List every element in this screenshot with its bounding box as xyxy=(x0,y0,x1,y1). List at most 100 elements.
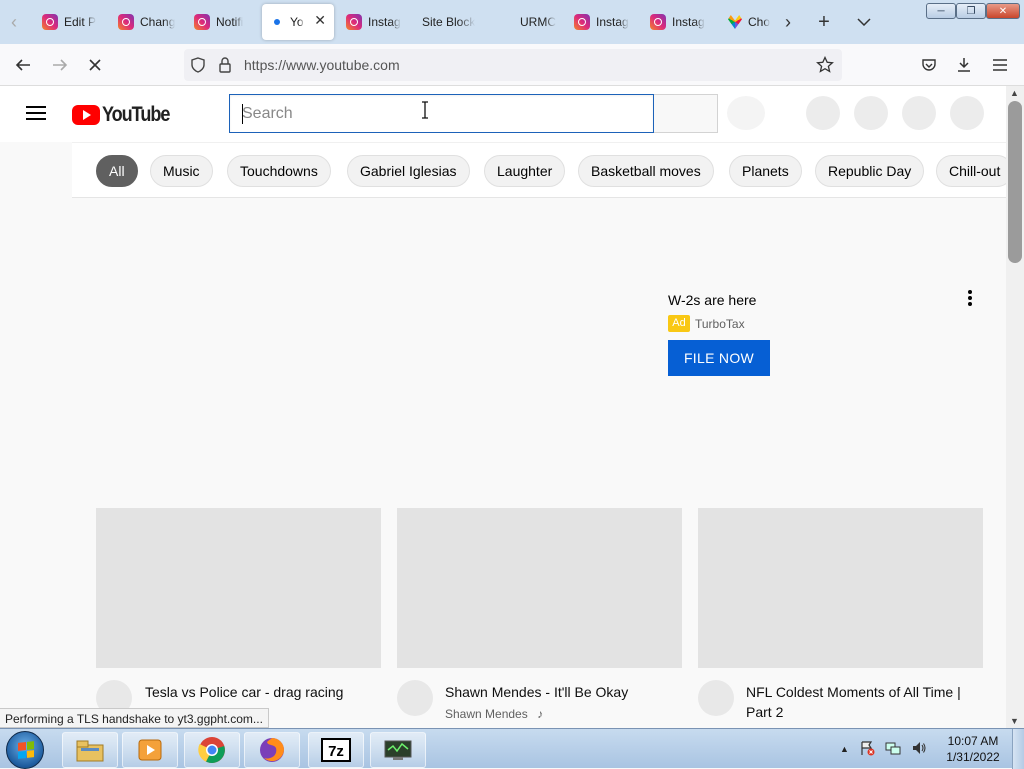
browser-tab-strip: ‹ Edit P Chang Notifi Yo ✕ Instag Site B… xyxy=(0,0,1024,44)
youtube-play-icon xyxy=(72,105,100,125)
tab-label: Instag xyxy=(368,15,401,29)
instagram-icon xyxy=(650,14,666,30)
show-hidden-icons-icon[interactable]: ▲ xyxy=(840,744,849,754)
tab-label: Instag xyxy=(596,15,629,29)
video-thumbnail[interactable] xyxy=(698,508,983,668)
search-button[interactable] xyxy=(654,94,718,133)
tab-nbc[interactable]: Cho xyxy=(720,6,778,38)
tracking-protection-shield-icon[interactable] xyxy=(190,57,206,78)
bookmark-star-icon[interactable] xyxy=(816,55,834,79)
7zip-icon[interactable]: 7z xyxy=(308,732,364,768)
chip-touchdowns[interactable]: Touchdowns xyxy=(227,155,331,187)
chip-gabriel-iglesias[interactable]: Gabriel Iglesias xyxy=(347,155,470,187)
youtube-logo[interactable]: YouTube xyxy=(72,103,180,127)
windows-logo-icon xyxy=(18,741,34,759)
new-tab-icon[interactable]: + xyxy=(810,8,838,36)
scrollbar-thumb[interactable] xyxy=(1008,101,1022,263)
ad-title[interactable]: W-2s are here xyxy=(668,292,756,308)
network-icon[interactable] xyxy=(885,740,901,759)
scroll-down-arrow-icon[interactable]: ▼ xyxy=(1010,716,1019,726)
voice-search-placeholder xyxy=(727,96,765,130)
tab-change[interactable]: Chang xyxy=(110,6,176,38)
stop-loading-icon[interactable] xyxy=(80,50,110,80)
instagram-icon xyxy=(346,14,362,30)
text-cursor-icon xyxy=(420,101,430,119)
channel-name-text[interactable]: Shawn Mendes xyxy=(445,707,528,721)
tab-edit-profile[interactable]: Edit P xyxy=(34,6,104,38)
tab-instagram[interactable]: Instag xyxy=(338,6,408,38)
ad-more-options-icon[interactable] xyxy=(962,288,978,308)
video-title[interactable]: Tesla vs Police car - drag racing xyxy=(145,682,385,702)
nbc-peacock-icon xyxy=(728,15,742,29)
tab-label: Yo xyxy=(290,15,304,29)
tab-instagram[interactable]: Instag xyxy=(642,6,712,38)
channel-name[interactable]: Shawn Mendes ♪ xyxy=(445,707,543,721)
youtube-masthead: YouTube Search xyxy=(0,86,1006,142)
start-button[interactable] xyxy=(6,731,44,769)
instagram-icon xyxy=(574,14,590,30)
address-bar[interactable]: https://www.youtube.com xyxy=(184,49,842,81)
tab-label: Edit P xyxy=(64,15,97,29)
back-arrow-icon[interactable] xyxy=(8,50,38,80)
chrome-icon[interactable] xyxy=(184,732,240,768)
status-bar: Performing a TLS handshake to yt3.ggpht.… xyxy=(0,708,269,728)
instagram-icon xyxy=(118,14,134,30)
chip-planets[interactable]: Planets xyxy=(729,155,802,187)
forward-arrow-icon[interactable] xyxy=(45,50,75,80)
skeleton-icon-placeholder xyxy=(854,96,888,130)
loading-dot-icon xyxy=(274,19,280,25)
tab-instagram[interactable]: Instag xyxy=(566,6,636,38)
chip-all[interactable]: All xyxy=(96,155,138,187)
music-note-icon: ♪ xyxy=(537,707,544,721)
url-text: https://www.youtube.com xyxy=(244,57,400,73)
windows-explorer-icon[interactable] xyxy=(62,732,118,768)
pocket-icon[interactable] xyxy=(914,50,944,80)
chip-basketball-moves[interactable]: Basketball moves xyxy=(578,155,714,187)
instagram-icon xyxy=(194,14,210,30)
tab-label: Chang xyxy=(140,15,176,29)
video-thumbnail[interactable] xyxy=(397,508,682,668)
chip-laughter[interactable]: Laughter xyxy=(484,155,566,187)
tab-label: Notifi xyxy=(216,15,244,29)
clock-time: 10:07 AM xyxy=(947,734,999,748)
restore-window-button[interactable]: ❐ xyxy=(956,3,986,19)
close-tab-icon[interactable]: ✕ xyxy=(314,12,326,29)
close-window-button[interactable]: ✕ xyxy=(986,3,1020,19)
firefox-icon[interactable] xyxy=(244,732,300,768)
lock-icon[interactable] xyxy=(218,57,232,78)
chip-music[interactable]: Music xyxy=(150,155,213,187)
chip-republic-day[interactable]: Republic Day xyxy=(815,155,925,187)
media-player-icon[interactable] xyxy=(122,732,178,768)
system-tray: ▲ xyxy=(840,737,927,761)
video-thumbnail[interactable] xyxy=(96,508,381,668)
video-title[interactable]: NFL Coldest Moments of All Time | Part 2 xyxy=(746,682,986,722)
channel-avatar[interactable] xyxy=(397,680,433,716)
system-clock[interactable]: 10:07 AM 1/31/2022 xyxy=(938,733,1008,765)
scroll-up-arrow-icon[interactable]: ▲ xyxy=(1010,88,1019,98)
clock-date: 1/31/2022 xyxy=(946,750,1000,764)
show-desktop-button[interactable] xyxy=(1012,729,1024,769)
tab-site-block[interactable]: Site Block xyxy=(414,6,494,38)
browser-nav-bar: https://www.youtube.com xyxy=(0,44,1024,86)
svg-text:7z: 7z xyxy=(328,743,344,760)
tab-scroll-right-icon[interactable]: › xyxy=(774,8,802,36)
guide-menu-icon[interactable] xyxy=(24,102,48,126)
video-title[interactable]: Shawn Mendes - It'll Be Okay xyxy=(445,682,685,702)
tab-notifications[interactable]: Notifi xyxy=(186,6,254,38)
app-menu-hamburger-icon[interactable] xyxy=(985,50,1015,80)
chip-chill-out[interactable]: Chill-out xyxy=(936,155,1006,187)
monitor-app-icon[interactable] xyxy=(370,732,426,768)
list-all-tabs-icon[interactable] xyxy=(850,8,878,36)
action-center-flag-icon[interactable] xyxy=(859,740,875,759)
tab-label: URMC xyxy=(520,15,556,29)
tab-youtube-active[interactable]: Yo ✕ xyxy=(262,4,334,40)
ad-cta-button[interactable]: FILE NOW xyxy=(668,340,770,376)
volume-icon[interactable] xyxy=(911,740,927,759)
downloads-icon[interactable] xyxy=(949,50,979,80)
tab-scroll-left-icon[interactable]: ‹ xyxy=(2,8,26,36)
skeleton-avatar-placeholder xyxy=(950,96,984,130)
search-input[interactable]: Search xyxy=(229,94,654,133)
minimize-window-button[interactable]: ─ xyxy=(926,3,956,19)
channel-avatar[interactable] xyxy=(698,680,734,716)
tab-urmc[interactable]: URMC xyxy=(512,6,568,38)
